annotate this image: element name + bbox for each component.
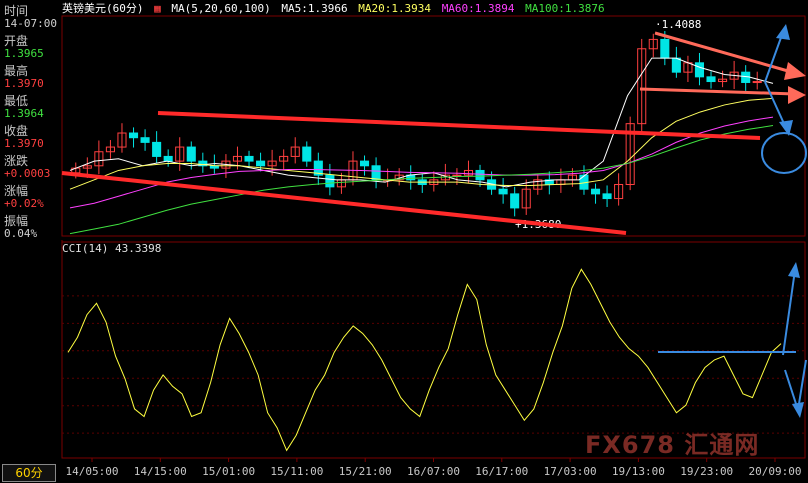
fx678-watermark: FX678 汇通网 bbox=[585, 431, 760, 459]
highlight-circle bbox=[761, 132, 807, 174]
cci-blue-arrowhead-up bbox=[788, 262, 800, 278]
candle-body bbox=[359, 160, 370, 167]
x-tick-label: 15/01:00 bbox=[202, 465, 255, 478]
candle-body bbox=[325, 174, 335, 188]
wedge-lower-arrowhead bbox=[788, 86, 806, 104]
period-selector-button[interactable]: 60分 bbox=[2, 464, 56, 482]
x-tick-label: 15/21:00 bbox=[339, 465, 392, 478]
x-tick-label: 19/23:00 bbox=[680, 465, 733, 478]
x-tick-label: 15/11:00 bbox=[270, 465, 323, 478]
candle-body bbox=[660, 38, 670, 59]
candle-body bbox=[163, 155, 173, 162]
x-tick-label: 16/17:00 bbox=[475, 465, 528, 478]
blue-arrow-down bbox=[764, 81, 787, 129]
candle-body bbox=[452, 174, 462, 177]
candle-body bbox=[244, 155, 254, 162]
cci-title: CCI(14) 43.3398 bbox=[62, 242, 162, 255]
candle-body bbox=[602, 193, 612, 200]
x-tick-label: 19/13:00 bbox=[612, 465, 665, 478]
cci-line bbox=[67, 268, 782, 452]
candle-body bbox=[140, 137, 150, 143]
ma60-value: MA60:1.3894 bbox=[441, 2, 515, 15]
x-tick-label: 17/03:00 bbox=[544, 465, 597, 478]
low-value: 1.3964 bbox=[4, 107, 44, 120]
wedge-upper-arrowhead bbox=[784, 62, 806, 80]
high-value: 1.3970 bbox=[4, 77, 44, 90]
x-tick-label: 16/07:00 bbox=[407, 465, 460, 478]
candle-body bbox=[152, 141, 162, 157]
ma100-value: MA100:1.3876 bbox=[525, 2, 605, 15]
candle-body bbox=[590, 188, 601, 195]
symbol-title: 英镑美元(60分) bbox=[62, 2, 144, 15]
time-value: 14-07:00 bbox=[4, 17, 57, 30]
change-value: +0.0003 bbox=[4, 167, 51, 180]
x-tick-label: 14/05:00 bbox=[66, 465, 119, 478]
ma-toggle-icon[interactable]: ▦ bbox=[154, 2, 161, 15]
blue-arrow-up bbox=[764, 31, 784, 83]
ma5-value: MA5:1.3966 bbox=[281, 2, 348, 15]
ma20-value: MA20:1.3934 bbox=[358, 2, 432, 15]
candle-body bbox=[498, 188, 508, 195]
x-tick-label: 14/15:00 bbox=[134, 465, 187, 478]
x-tick-label: 20/09:00 bbox=[749, 465, 802, 478]
candle-body bbox=[671, 57, 681, 73]
candle-body bbox=[186, 146, 196, 162]
candle-body bbox=[694, 62, 705, 78]
candle-body bbox=[510, 193, 520, 209]
price-info-panel: 时间 14-07:00 开盘 1.3965 最高 1.3970 最低 1.396… bbox=[0, 0, 60, 483]
open-value: 1.3965 bbox=[4, 47, 44, 60]
candle-body bbox=[706, 76, 716, 83]
chart-header: 英镑美元(60分) ▦ MA(5,20,60,100) MA5:1.3966 M… bbox=[62, 0, 609, 15]
close-value: 1.3970 bbox=[4, 137, 44, 150]
pct-value: +0.02% bbox=[4, 197, 44, 210]
candle-body bbox=[371, 165, 381, 181]
candle-body bbox=[256, 160, 266, 167]
ma-params: MA(5,20,60,100) bbox=[171, 2, 271, 15]
cci-blue-arrow-up bbox=[782, 269, 796, 356]
amp-value: 0.04% bbox=[4, 227, 38, 240]
wedge-lower-trendline bbox=[639, 87, 796, 96]
candle-body bbox=[752, 81, 762, 84]
candle-body bbox=[475, 169, 485, 181]
candle-body bbox=[128, 132, 139, 139]
blue-arrowhead-up bbox=[776, 24, 790, 40]
high-annotation: ·1.4088 bbox=[655, 18, 701, 31]
candle-body bbox=[302, 146, 312, 162]
